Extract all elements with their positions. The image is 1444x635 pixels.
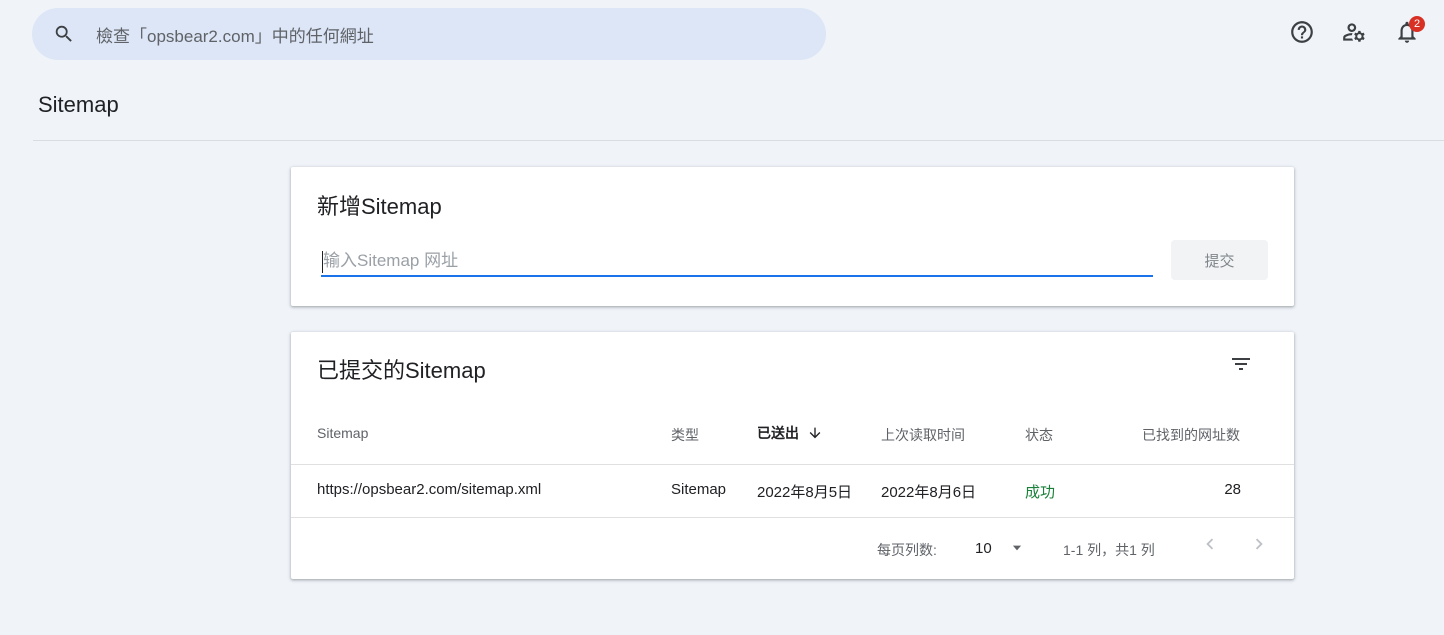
rows-per-page-select[interactable]: 10	[975, 536, 1025, 560]
manage-accounts-icon	[1341, 19, 1367, 50]
chevron-left-icon	[1199, 533, 1221, 560]
search-bar[interactable]: 檢查「opsbear2.com」中的任何網址	[32, 8, 826, 60]
filter-button[interactable]	[1225, 350, 1257, 382]
cell-status: 成功	[1025, 484, 1056, 501]
pagination-range: 1-1 列，共1 列	[1063, 542, 1155, 558]
cell-sitemap-url[interactable]: https://opsbear2.com/sitemap.xml	[317, 481, 541, 498]
column-header-sitemap[interactable]: Sitemap	[317, 425, 368, 441]
next-page-button[interactable]	[1247, 534, 1271, 558]
divider	[291, 517, 1294, 518]
cell-urls-found: 28	[1224, 481, 1241, 498]
notifications-button[interactable]: 2	[1389, 16, 1425, 52]
column-header-urls-found[interactable]: 已找到的网址数	[1142, 425, 1240, 445]
notification-count-badge: 2	[1409, 16, 1425, 32]
dropdown-arrow-icon	[1010, 541, 1024, 555]
page-title: Sitemap	[38, 92, 119, 117]
submit-button[interactable]: 提交	[1171, 240, 1268, 280]
filter-list-icon	[1229, 352, 1253, 381]
help-button[interactable]	[1284, 16, 1320, 52]
submitted-sitemaps-title: 已提交的Sitemap	[317, 358, 486, 383]
cell-last-read: 2022年8月6日	[881, 484, 977, 501]
column-header-submitted-label: 已送出	[757, 425, 799, 441]
previous-page-button[interactable]	[1198, 534, 1222, 558]
help-circle-icon	[1289, 19, 1315, 50]
text-caret	[322, 251, 323, 273]
rows-per-page-label: 每页列数:	[877, 542, 937, 558]
divider	[291, 464, 1294, 465]
cell-submitted: 2022年8月5日	[757, 484, 853, 501]
sitemap-url-field[interactable]	[321, 247, 1153, 277]
cell-type: Sitemap	[671, 481, 727, 498]
chevron-right-icon	[1248, 533, 1270, 560]
column-header-status[interactable]: 状态	[1025, 425, 1053, 445]
manage-accounts-button[interactable]	[1336, 16, 1372, 52]
arrow-downward-icon	[807, 425, 823, 441]
column-header-submitted[interactable]: 已送出	[757, 423, 823, 443]
column-header-type[interactable]: 类型	[671, 425, 699, 445]
search-icon[interactable]	[52, 22, 76, 46]
divider	[33, 140, 1444, 141]
column-header-last-read[interactable]: 上次读取时间	[881, 425, 965, 445]
add-sitemap-title: 新增Sitemap	[317, 194, 442, 219]
search-input[interactable]: 檢查「opsbear2.com」中的任何網址	[96, 22, 374, 47]
submitted-sitemaps-card: 已提交的Sitemap Sitemap 类型 已送出 上次读取时间 状态 已找到…	[291, 332, 1294, 579]
add-sitemap-card: 新增Sitemap 提交	[291, 167, 1294, 306]
rows-per-page-value: 10	[975, 539, 992, 557]
sitemap-url-input[interactable]	[321, 247, 1153, 275]
